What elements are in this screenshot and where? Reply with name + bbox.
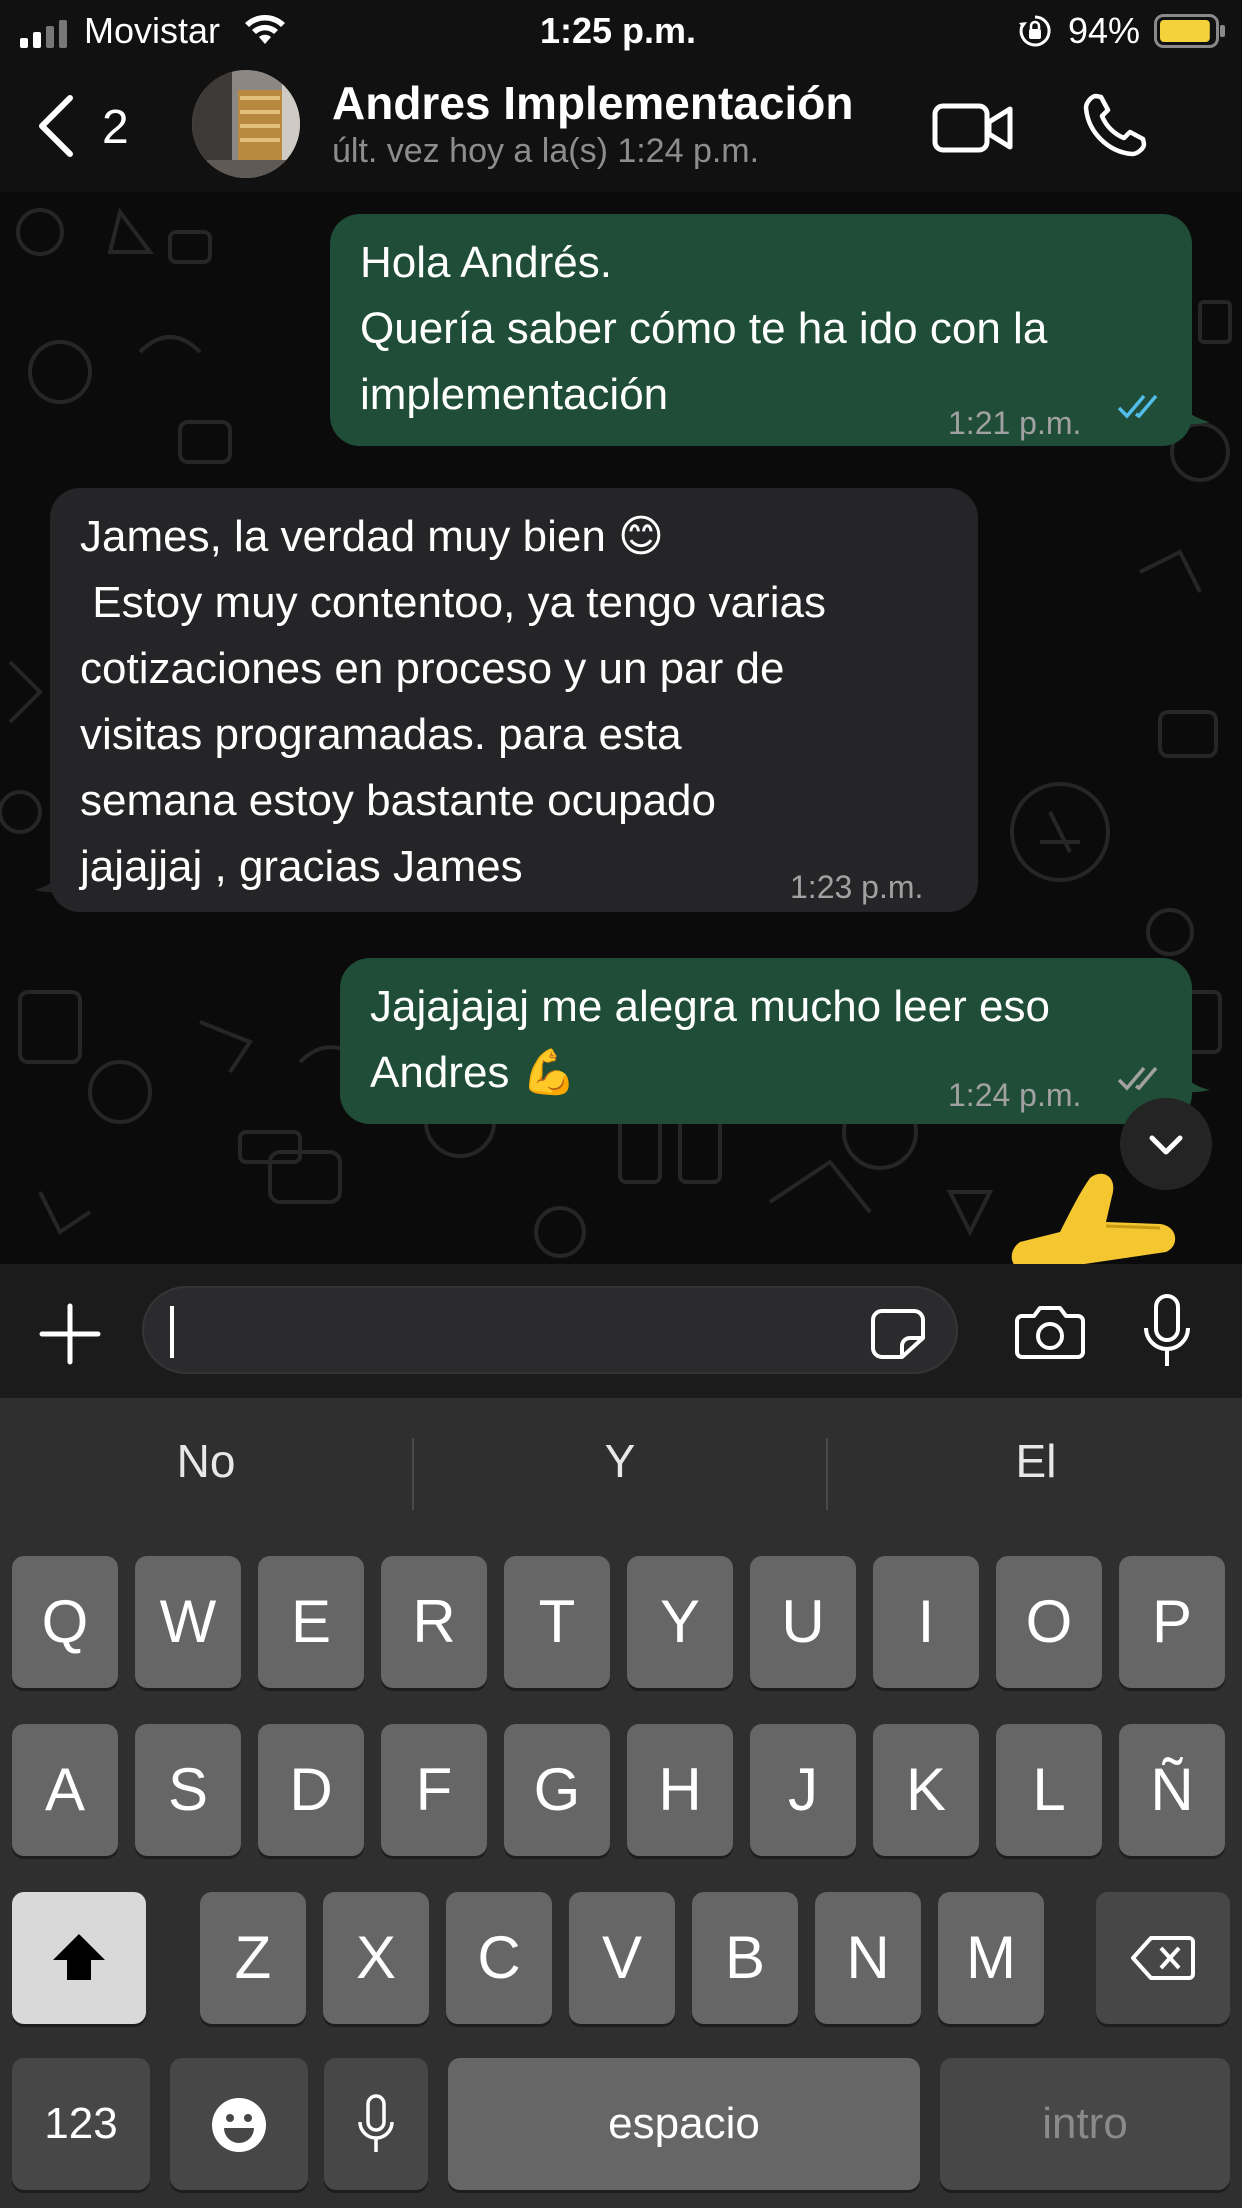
- suggestion-divider: [826, 1438, 828, 1510]
- key-row2-3[interactable]: F: [381, 1724, 487, 1856]
- key-row3-3[interactable]: V: [569, 1892, 675, 2024]
- scroll-to-bottom-button[interactable]: [1120, 1098, 1212, 1190]
- backspace-icon: [1131, 1936, 1195, 1980]
- plus-icon[interactable]: [38, 1302, 102, 1366]
- last-seen-status: últ. vez hoy a la(s) 1:24 p.m.: [332, 132, 760, 170]
- return-key[interactable]: intro: [940, 2058, 1230, 2190]
- delivered-ticks-icon: [1117, 1066, 1158, 1091]
- key-row2-4[interactable]: G: [504, 1724, 610, 1856]
- video-call-icon[interactable]: [932, 98, 1014, 158]
- key-row1-3[interactable]: R: [381, 1556, 487, 1688]
- key-row1-5[interactable]: Y: [627, 1556, 733, 1688]
- message-list: Hola Andrés. Quería saber cómo te ha ido…: [0, 192, 1242, 1264]
- key-row2-9[interactable]: Ñ: [1119, 1724, 1225, 1856]
- wifi-icon: [245, 15, 285, 44]
- chevron-down-icon: [1149, 1135, 1183, 1155]
- key-row3-2[interactable]: C: [446, 1892, 552, 2024]
- dictation-key[interactable]: [324, 2058, 428, 2190]
- read-ticks-icon: [1117, 394, 1158, 419]
- phone-call-icon[interactable]: [1082, 92, 1148, 158]
- message-text: James, la verdad muy bien 😊 Estoy muy co…: [80, 512, 826, 891]
- whatsapp-chat-screen: { "status_bar": { "carrier": "Movistar",…: [0, 0, 1242, 2208]
- space-key[interactable]: espacio: [448, 2058, 920, 2190]
- key-row1-6[interactable]: U: [750, 1556, 856, 1688]
- shift-arrow-icon: [53, 1934, 105, 1980]
- message-bubble-outgoing[interactable]: Hola Andrés. Quería saber cómo te ha ido…: [330, 214, 1192, 446]
- camera-icon[interactable]: [1014, 1304, 1086, 1360]
- message-input[interactable]: [142, 1286, 958, 1374]
- signal-icon: [20, 20, 67, 48]
- key-row2-0[interactable]: A: [12, 1724, 118, 1856]
- key-row1-4[interactable]: T: [504, 1556, 610, 1688]
- key-row3-0[interactable]: Z: [200, 1892, 306, 2024]
- contact-name[interactable]: Andres Implementación: [332, 76, 853, 130]
- backspace-key[interactable]: [1096, 1892, 1230, 2024]
- suggestion-3[interactable]: El: [886, 1434, 1186, 1488]
- suggestion-1[interactable]: No: [56, 1434, 356, 1488]
- key-row1-7[interactable]: I: [873, 1556, 979, 1688]
- key-row1-9[interactable]: P: [1119, 1556, 1225, 1688]
- orientation-lock-icon: [1019, 15, 1051, 47]
- key-row3-6[interactable]: M: [938, 1892, 1044, 2024]
- key-row2-8[interactable]: L: [996, 1724, 1102, 1856]
- battery-percent: 94%: [1068, 10, 1141, 51]
- message-time: 1:24 p.m.: [948, 1077, 1082, 1113]
- key-row3-1[interactable]: X: [323, 1892, 429, 2024]
- message-text: Hola Andrés. Quería saber cómo te ha ido…: [360, 238, 1048, 419]
- message-time: 1:21 p.m.: [948, 405, 1082, 441]
- chat-header: 2 Andres Implementación últ. vez hoy a l…: [0, 66, 1242, 192]
- key-row2-6[interactable]: J: [750, 1724, 856, 1856]
- message-bubble-outgoing[interactable]: Jajajajaj me alegra mucho leer eso Andre…: [340, 958, 1192, 1124]
- key-row2-2[interactable]: D: [258, 1724, 364, 1856]
- message-composer: [0, 1264, 1242, 1398]
- back-chevron-icon[interactable]: [36, 94, 76, 158]
- key-row2-5[interactable]: H: [627, 1724, 733, 1856]
- shift-key[interactable]: [12, 1892, 146, 2024]
- carrier-name: Movistar: [84, 10, 221, 51]
- status-bar: Movistar 1:25 p.m. 94%: [0, 0, 1242, 66]
- sticker-icon[interactable]: [870, 1308, 926, 1360]
- clock: 1:25 p.m.: [540, 10, 697, 51]
- key-row2-7[interactable]: K: [873, 1724, 979, 1856]
- text-cursor: [170, 1306, 174, 1358]
- ios-keyboard: No Y El QWERTYUIOP ASDFGHJKLÑ ZXCVBNM 12…: [0, 1398, 1242, 2208]
- key-row1-2[interactable]: E: [258, 1556, 364, 1688]
- message-time: 1:23 p.m.: [790, 869, 924, 905]
- contact-avatar[interactable]: [192, 70, 300, 178]
- key-row2-1[interactable]: S: [135, 1724, 241, 1856]
- battery-icon: [1154, 14, 1225, 48]
- key-row3-5[interactable]: N: [815, 1892, 921, 2024]
- microphone-icon[interactable]: [1140, 1294, 1194, 1370]
- emoji-key[interactable]: [170, 2058, 308, 2190]
- numbers-key[interactable]: 123: [12, 2058, 150, 2190]
- suggestion-2[interactable]: Y: [470, 1434, 770, 1488]
- key-row3-4[interactable]: B: [692, 1892, 798, 2024]
- key-row1-1[interactable]: W: [135, 1556, 241, 1688]
- key-row1-8[interactable]: O: [996, 1556, 1102, 1688]
- message-bubble-incoming[interactable]: James, la verdad muy bien 😊 Estoy muy co…: [50, 488, 978, 912]
- suggestion-divider: [412, 1438, 414, 1510]
- unread-chats-count[interactable]: 2: [102, 100, 129, 155]
- key-row1-0[interactable]: Q: [12, 1556, 118, 1688]
- emoji-icon: [212, 2098, 266, 2152]
- microphone-icon: [358, 2094, 394, 2152]
